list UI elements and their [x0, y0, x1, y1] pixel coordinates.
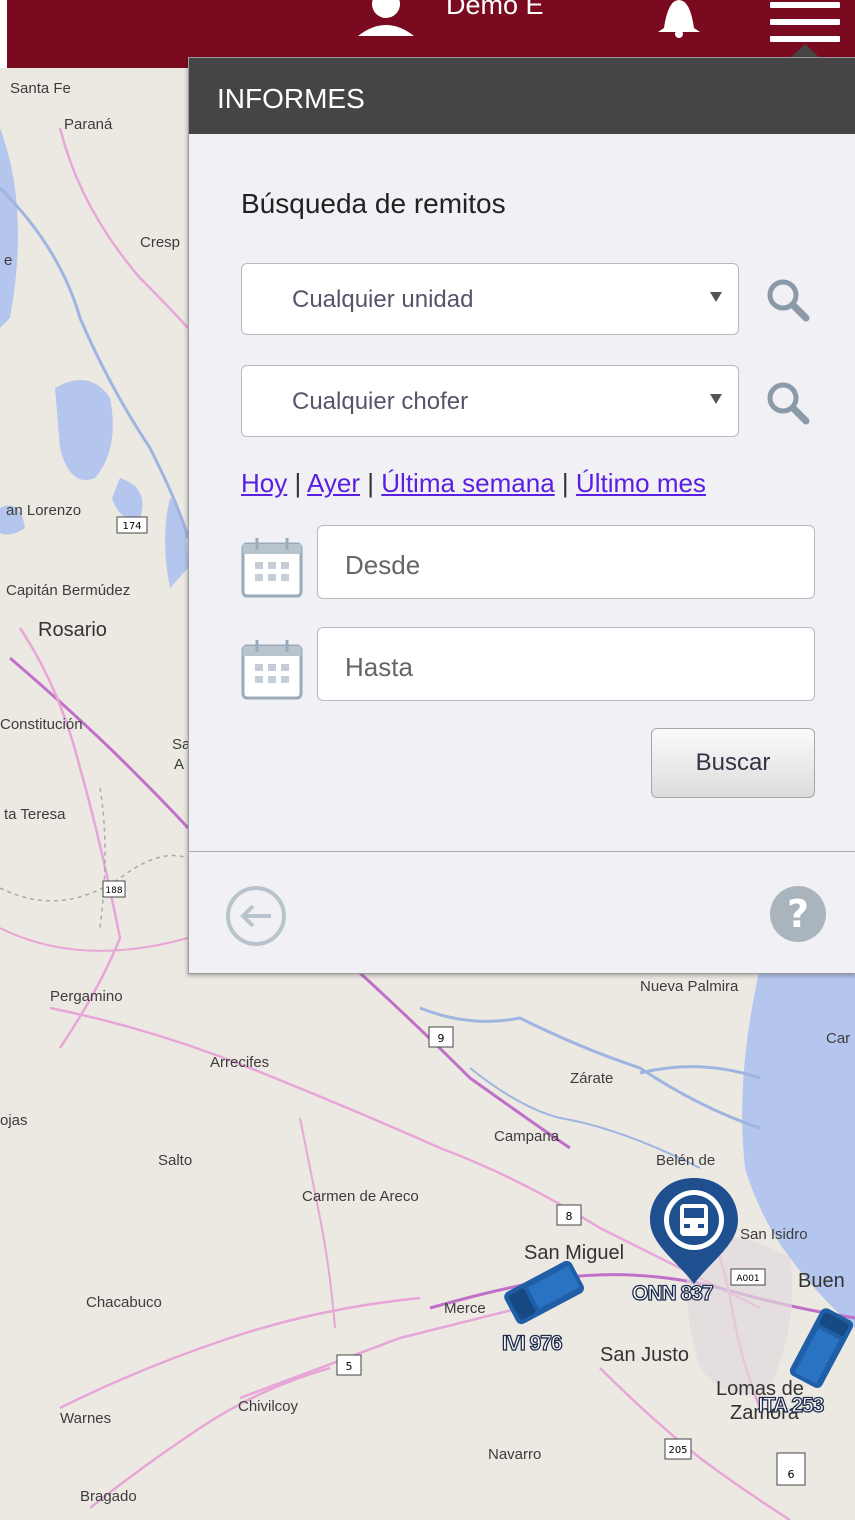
- place-label: e: [4, 252, 13, 269]
- route-shield-icon: 188: [102, 880, 126, 898]
- bell-icon[interactable]: [650, 0, 708, 38]
- search-unit-icon[interactable]: [763, 275, 811, 323]
- place-label: Cresp: [140, 234, 181, 251]
- truck-vehicle-icon[interactable]: [776, 1304, 855, 1394]
- from-date-placeholder: Desde: [345, 550, 421, 580]
- link-separator: |: [561, 468, 569, 498]
- place-label: A: [174, 756, 185, 773]
- panel-divider: [189, 851, 855, 852]
- place-label: Campana: [494, 1128, 560, 1145]
- svg-text:?: ?: [787, 892, 809, 936]
- place-label: Bragado: [80, 1488, 137, 1505]
- truck-marker-icon[interactable]: [646, 1176, 742, 1286]
- svg-text:205: 205: [668, 1445, 687, 1456]
- place-label: San Justo: [600, 1344, 689, 1366]
- top-bar-edge: [0, 0, 7, 68]
- place-label: Salto: [158, 1152, 193, 1169]
- search-button[interactable]: Buscar: [651, 728, 815, 798]
- place-label: Car: [826, 1030, 851, 1047]
- vehicle-plate-label[interactable]: ITA 253: [757, 1393, 825, 1418]
- route-shield-icon: 6: [776, 1452, 806, 1486]
- hamburger-menu-icon[interactable]: [770, 2, 840, 42]
- place-label: Chivilcoy: [238, 1398, 299, 1415]
- vehicle-plate-label[interactable]: IVI 976: [501, 1331, 563, 1356]
- quick-date-links: Hoy | Ayer | Última semana | Último mes: [241, 468, 706, 499]
- unit-select[interactable]: Cualquier unidad: [241, 263, 739, 335]
- unit-select-value: Cualquier unidad: [292, 286, 474, 313]
- panel-pointer: [790, 44, 820, 58]
- svg-text:6: 6: [788, 1468, 795, 1481]
- route-shield-icon: 205: [664, 1438, 692, 1460]
- route-shield-icon: 5: [336, 1354, 362, 1376]
- calendar-icon[interactable]: [241, 536, 303, 598]
- place-label: Chacabuco: [86, 1294, 162, 1311]
- svg-text:188: 188: [105, 886, 122, 896]
- place-label: Nueva Palmira: [640, 978, 739, 995]
- chevron-down-icon: [710, 292, 722, 302]
- place-label: Zárate: [570, 1070, 614, 1087]
- user-icon[interactable]: [356, 0, 416, 36]
- svg-text:9: 9: [438, 1032, 445, 1045]
- link-last-month[interactable]: Último mes: [576, 468, 706, 498]
- truck-vehicle-icon[interactable]: [498, 1252, 592, 1332]
- panel-header: INFORMES: [189, 58, 855, 134]
- place-label: Paraná: [64, 116, 113, 133]
- place-label: Carmen de Areco: [302, 1188, 419, 1205]
- driver-select[interactable]: Cualquier chofer: [241, 365, 739, 437]
- calendar-icon[interactable]: [241, 638, 303, 700]
- place-label: Warnes: [60, 1410, 112, 1427]
- place-label: Santa Fe: [10, 80, 71, 97]
- place-label: Belén de: [656, 1152, 716, 1169]
- place-label: ta Teresa: [4, 806, 66, 823]
- search-driver-icon[interactable]: [763, 378, 811, 426]
- place-label: ojas: [0, 1112, 28, 1129]
- link-last-week[interactable]: Última semana: [381, 468, 554, 498]
- chevron-down-icon: [710, 394, 722, 404]
- from-date-input[interactable]: Desde: [317, 525, 815, 599]
- route-shield-icon: 8: [556, 1204, 582, 1226]
- link-today[interactable]: Hoy: [241, 468, 287, 498]
- link-separator: |: [294, 468, 302, 498]
- place-label: Navarro: [488, 1446, 542, 1463]
- driver-select-value: Cualquier chofer: [292, 388, 469, 415]
- to-date-input[interactable]: Hasta: [317, 627, 815, 701]
- place-label: Buen: [798, 1270, 845, 1292]
- route-shield-icon: 9: [428, 1026, 454, 1048]
- user-name[interactable]: Demo E: [446, 0, 544, 21]
- route-shield-icon: 174: [116, 516, 148, 534]
- back-arrow-icon[interactable]: [225, 885, 287, 947]
- place-label: Constitución: [0, 716, 83, 733]
- svg-text:174: 174: [122, 521, 141, 532]
- place-label: Pergamino: [50, 988, 123, 1005]
- link-yesterday[interactable]: Ayer: [307, 468, 360, 498]
- section-title: Búsqueda de remitos: [241, 188, 506, 219]
- svg-text:5: 5: [346, 1360, 353, 1373]
- place-label: Capitán Bermúdez: [6, 582, 131, 599]
- place-label: San Isidro: [740, 1226, 808, 1243]
- place-label: Merce: [444, 1300, 486, 1317]
- reports-panel: INFORMES Búsqueda de remitos Cualquier u…: [188, 57, 855, 974]
- place-label: Rosario: [38, 619, 107, 641]
- help-icon[interactable]: ?: [769, 885, 827, 943]
- link-separator: |: [367, 468, 375, 498]
- panel-title: INFORMES: [217, 83, 365, 114]
- place-label: an Lorenzo: [6, 502, 82, 519]
- vehicle-plate-label[interactable]: ONN 837: [631, 1281, 714, 1306]
- svg-text:8: 8: [566, 1210, 573, 1223]
- to-date-placeholder: Hasta: [345, 652, 413, 682]
- place-label: Arrecifes: [210, 1054, 270, 1071]
